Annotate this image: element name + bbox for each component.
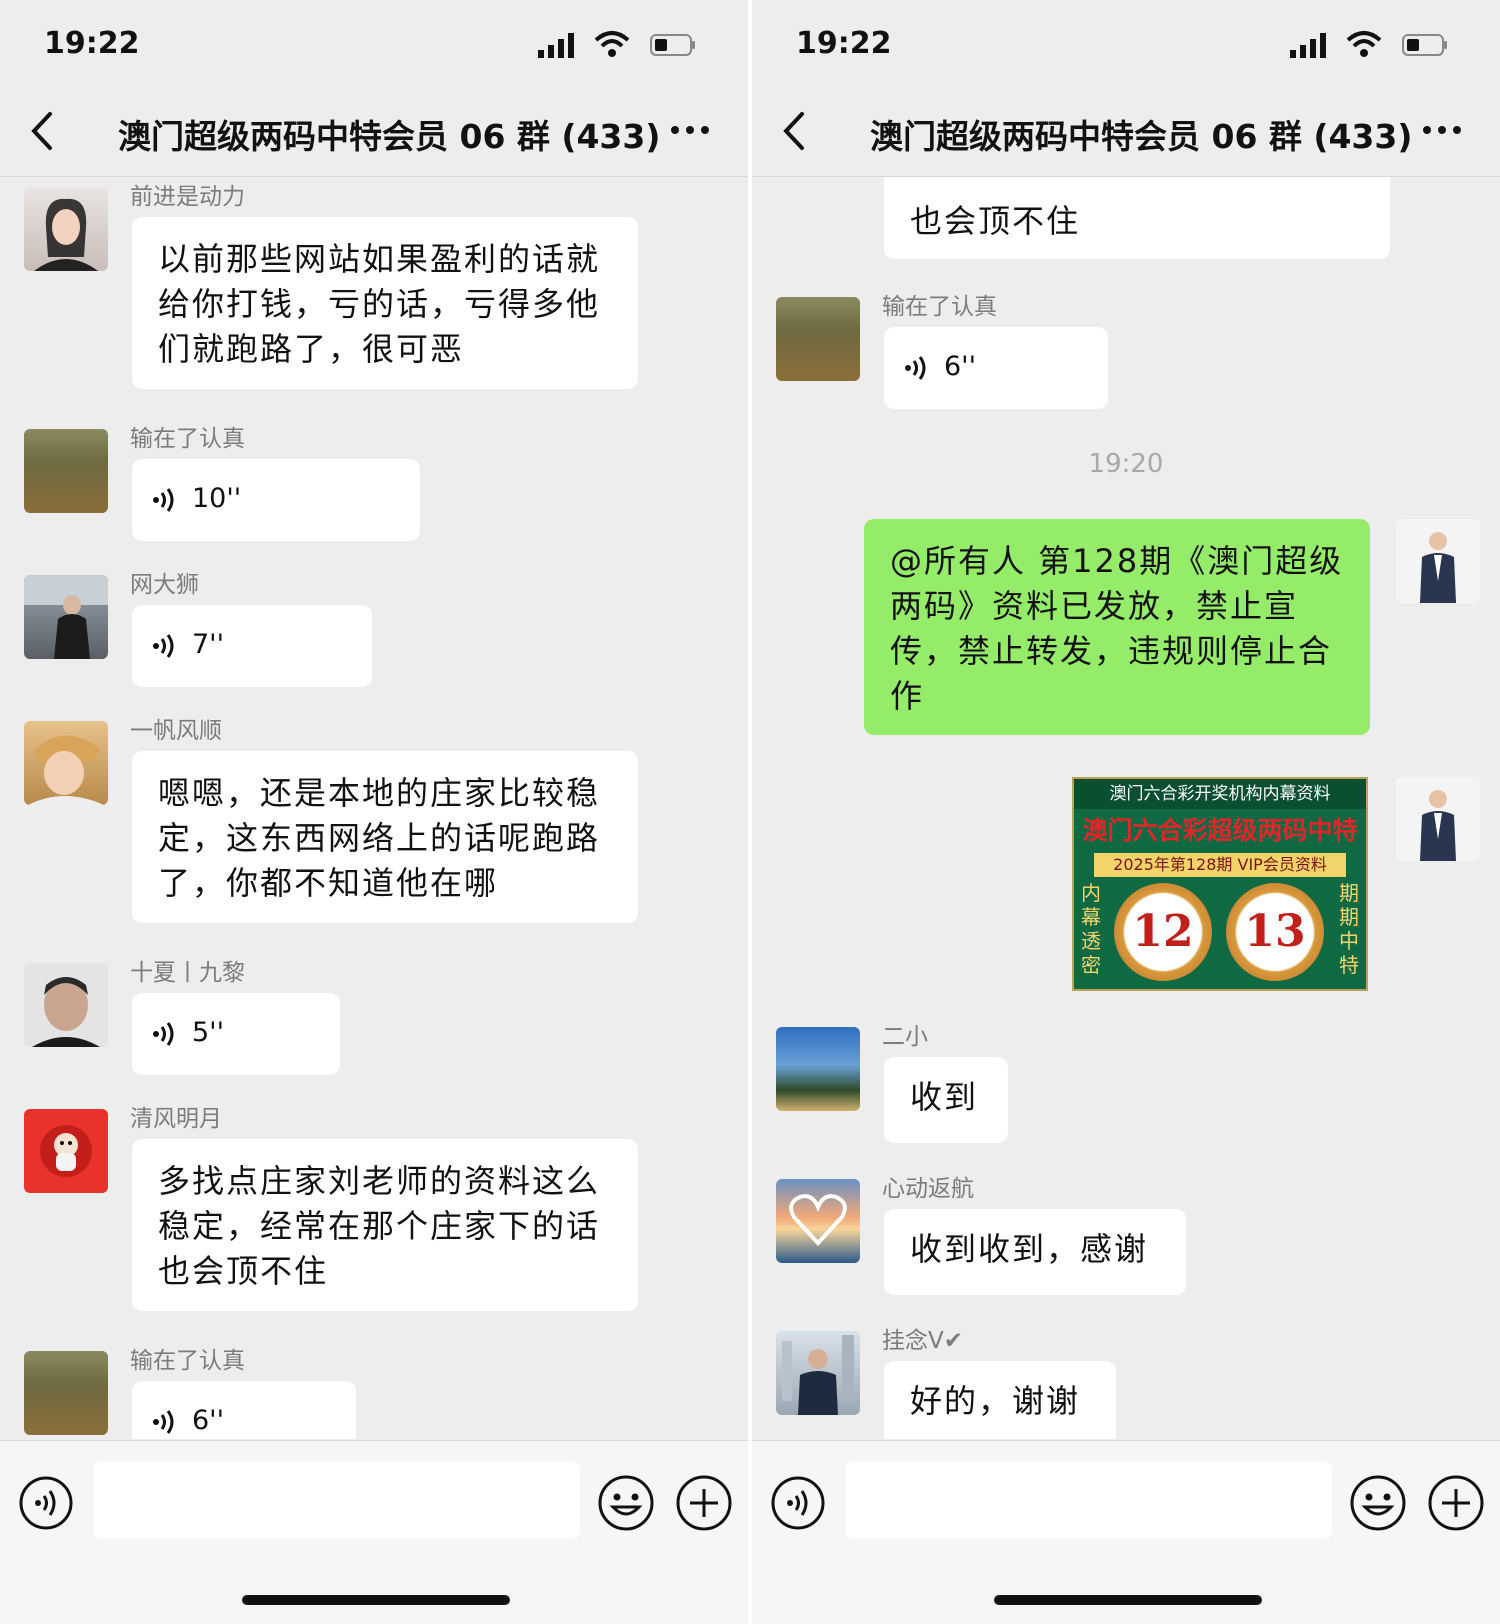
sender-name: 挂念V✔	[882, 1328, 964, 1354]
sender-name: 十夏丨九黎	[130, 960, 245, 986]
sender-name: 输在了认真	[882, 294, 997, 320]
message-bubble[interactable]: 多找点庄家刘老师的资料这么稳定，经常在那个庄家下的话也会顶不住	[132, 1139, 638, 1311]
poster-headline: 澳门六合彩超级两码中特	[1074, 811, 1366, 851]
avatar[interactable]	[776, 1027, 860, 1111]
poster-left-text: 内幕透密	[1081, 881, 1101, 977]
message-text: 好的，谢谢	[910, 1382, 1081, 1420]
message-bubble[interactable]: 好的，谢谢	[884, 1361, 1116, 1439]
message-bubble[interactable]: 收到收到，感谢	[884, 1209, 1186, 1295]
voice-duration: 6''	[192, 1405, 225, 1436]
status-time: 19:22	[44, 26, 140, 61]
message-bubble[interactable]: 以前那些网站如果盈利的话就给你打钱，亏的话，亏得多他们就跑路了，很可恶	[132, 217, 638, 389]
message-text: 以前那些网站如果盈利的话就给你打钱，亏的话，亏得多他们就跑路了，很可恶	[158, 240, 601, 368]
voice-duration: 6''	[944, 351, 977, 382]
voice-duration: 5''	[192, 1017, 225, 1048]
avatar[interactable]	[24, 187, 108, 271]
message-text: 嗯嗯，还是本地的庄家比较稳定，这东西网络上的话呢跑路了，你都不知道他在哪	[158, 774, 601, 902]
plus-icon[interactable]	[674, 1473, 734, 1533]
avatar[interactable]	[1396, 777, 1480, 861]
message-list[interactable]: 前进是动力 以前那些网站如果盈利的话就给你打钱，亏的话，亏得多他们就跑路了，很可…	[0, 177, 748, 1439]
input-bar	[752, 1440, 1500, 1624]
sender-name: 网大狮	[130, 572, 199, 598]
message-text: 收到收到，感谢	[910, 1230, 1149, 1268]
battery-icon	[650, 34, 695, 56]
voice-message[interactable]: 5''	[132, 993, 340, 1075]
avatar[interactable]	[776, 1331, 860, 1415]
poster-number-1: 12	[1114, 883, 1212, 981]
chat-screen-right: 19:22 澳门超级两码中特会员 06 群 (433) 也会顶不住 输在了认真 …	[752, 0, 1500, 1624]
message-text: 多找点庄家刘老师的资料这么稳定，经常在那个庄家下的话也会顶不住	[158, 1162, 601, 1290]
back-icon[interactable]	[28, 110, 56, 152]
voice-input-icon[interactable]	[770, 1475, 826, 1531]
status-bar: 19:22	[752, 0, 1500, 86]
voice-icon	[905, 356, 926, 380]
more-icon[interactable]	[1422, 124, 1462, 136]
plus-icon[interactable]	[1426, 1473, 1486, 1533]
voice-icon	[153, 488, 174, 512]
poster-top-text: 澳门六合彩开奖机构内幕资料	[1074, 779, 1366, 809]
back-icon[interactable]	[780, 110, 808, 152]
more-icon[interactable]	[670, 124, 710, 136]
sender-name: 清风明月	[130, 1106, 222, 1132]
voice-message[interactable]: 6''	[884, 327, 1108, 409]
poster-subtitle: 2025年第128期 VIP会员资料	[1094, 853, 1346, 877]
avatar[interactable]	[1396, 519, 1480, 603]
input-bar	[0, 1440, 748, 1624]
home-indicator	[994, 1595, 1262, 1605]
chat-title: 澳门超级两码中特会员 06 群 (433)	[118, 117, 661, 156]
sender-name: 二小	[882, 1024, 928, 1050]
home-indicator	[242, 1595, 510, 1605]
voice-icon	[153, 634, 174, 658]
voice-duration: 10''	[192, 483, 242, 514]
wifi-icon	[1346, 31, 1382, 57]
avatar[interactable]	[24, 1351, 108, 1435]
chat-header: 澳门超级两码中特会员 06 群 (433)	[0, 86, 748, 177]
avatar[interactable]	[24, 1109, 108, 1193]
avatar[interactable]	[24, 963, 108, 1047]
message-bubble[interactable]: 嗯嗯，还是本地的庄家比较稳定，这东西网络上的话呢跑路了，你都不知道他在哪	[132, 751, 638, 923]
avatar[interactable]	[24, 721, 108, 805]
sender-name: 一帆风顺	[130, 718, 222, 744]
wifi-icon	[594, 31, 630, 57]
message-text: 收到	[910, 1078, 979, 1116]
emoji-icon[interactable]	[596, 1473, 656, 1533]
message-text: @所有人 第128期《澳门超级两码》资料已发放，禁止宣传，禁止转发，违规则停止合…	[890, 542, 1344, 715]
voice-message[interactable]: 6''	[132, 1381, 356, 1439]
status-time: 19:22	[796, 26, 892, 61]
voice-message[interactable]: 10''	[132, 459, 420, 541]
avatar[interactable]	[776, 297, 860, 381]
voice-message[interactable]: 7''	[132, 605, 372, 687]
message-input[interactable]	[846, 1461, 1332, 1539]
battery-icon	[1402, 34, 1447, 56]
avatar[interactable]	[776, 1179, 860, 1263]
message-bubble[interactable]: 也会顶不住	[884, 177, 1390, 259]
signal-icon	[538, 33, 574, 58]
chat-header: 澳门超级两码中特会员 06 群 (433)	[752, 86, 1500, 177]
announcement-bubble[interactable]: @所有人 第128期《澳门超级两码》资料已发放，禁止宣传，禁止转发，违规则停止合…	[864, 519, 1370, 735]
lottery-poster-image[interactable]: 澳门六合彩开奖机构内幕资料 澳门六合彩超级两码中特 2025年第128期 VIP…	[1072, 777, 1368, 991]
message-input[interactable]	[94, 1461, 580, 1539]
poster-right-text: 期期中特	[1339, 881, 1359, 977]
message-bubble[interactable]: 收到	[884, 1057, 1008, 1143]
signal-icon	[1290, 33, 1326, 58]
chat-title: 澳门超级两码中特会员 06 群 (433)	[870, 117, 1413, 156]
sender-name: 前进是动力	[130, 184, 245, 210]
voice-input-icon[interactable]	[18, 1475, 74, 1531]
message-list[interactable]: 也会顶不住 输在了认真 6'' 19:20 @所有人 第128期《澳门超级两码》…	[752, 177, 1500, 1439]
sender-name: 输在了认真	[130, 1348, 245, 1374]
message-text: 也会顶不住	[910, 202, 1081, 240]
voice-icon	[153, 1410, 174, 1434]
sender-name: 输在了认真	[130, 426, 245, 452]
emoji-icon[interactable]	[1348, 1473, 1408, 1533]
sender-name: 心动返航	[882, 1176, 974, 1202]
timestamp: 19:20	[1088, 449, 1164, 479]
status-bar: 19:22	[0, 0, 748, 86]
voice-duration: 7''	[192, 629, 225, 660]
poster-number-2: 13	[1226, 883, 1324, 981]
avatar[interactable]	[24, 575, 108, 659]
avatar[interactable]	[24, 429, 108, 513]
voice-icon	[153, 1022, 174, 1046]
chat-screen-left: 19:22 澳门超级两码中特会员 06 群 (433) 前进是动力 以前那些网站…	[0, 0, 748, 1624]
